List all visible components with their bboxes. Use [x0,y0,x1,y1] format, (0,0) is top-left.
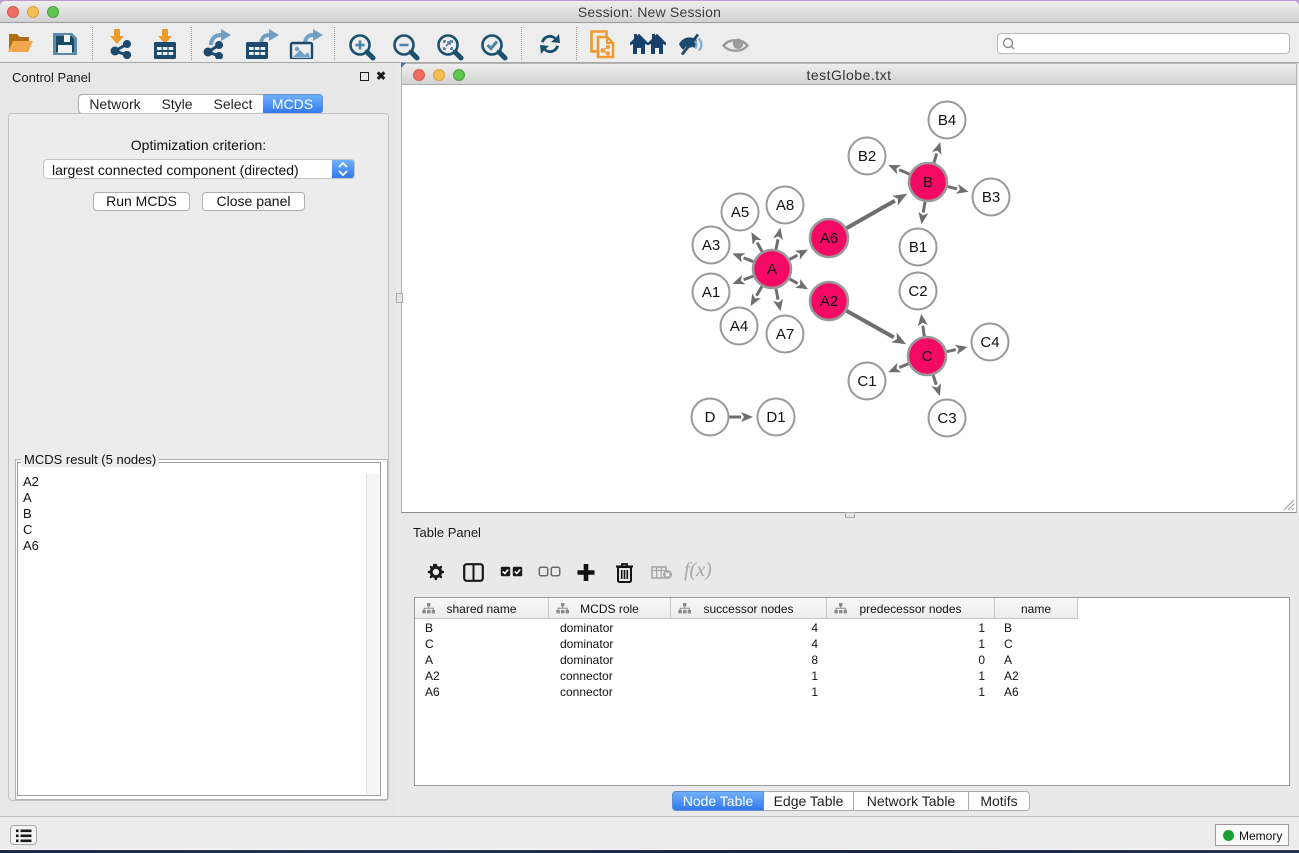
svg-text:A7: A7 [776,326,794,343]
svg-text:C: C [922,348,933,365]
svg-text:A: A [767,261,777,278]
svg-text:C3: C3 [937,410,956,427]
svg-text:A8: A8 [776,197,794,214]
svg-text:B1: B1 [909,239,927,256]
svg-text:B4: B4 [938,112,956,129]
svg-text:C4: C4 [980,334,999,351]
svg-text:D: D [705,409,716,426]
svg-text:D1: D1 [766,409,785,426]
svg-text:A2: A2 [820,293,838,310]
svg-text:A4: A4 [730,318,748,335]
svg-text:B3: B3 [982,189,1000,206]
svg-text:A6: A6 [820,230,838,247]
svg-text:B: B [923,174,933,191]
svg-text:C1: C1 [857,373,876,390]
svg-text:C2: C2 [908,283,927,300]
svg-text:A3: A3 [702,237,720,254]
svg-text:B2: B2 [858,148,876,165]
svg-text:A5: A5 [731,204,749,221]
svg-text:A1: A1 [702,284,720,301]
